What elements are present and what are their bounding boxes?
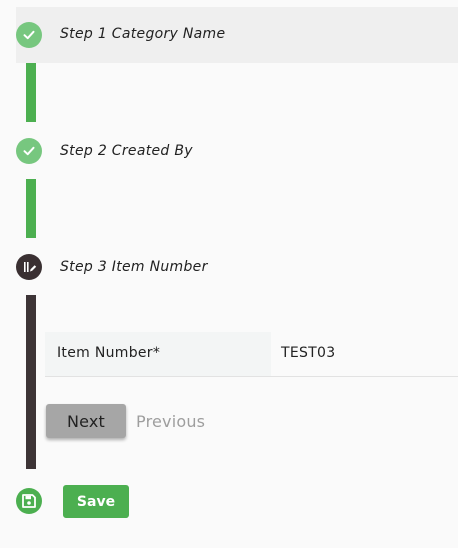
- step-2-header[interactable]: Step 2 Created By: [16, 123, 458, 179]
- step-2-connector: [26, 179, 36, 238]
- step-1-connector: [26, 63, 36, 122]
- item-number-label-cell: Item Number*: [45, 332, 271, 376]
- step-1-label: Step 1 Category Name: [60, 26, 226, 42]
- step-3-header[interactable]: Step 3 Item Number: [16, 239, 458, 295]
- step-1-header[interactable]: Step 1 Category Name: [16, 7, 458, 63]
- step-3-connector: [26, 295, 36, 469]
- step-2-label: Step 2 Created By: [60, 143, 193, 159]
- step-2-check-icon: [16, 138, 42, 164]
- step-1-check-icon: [16, 22, 42, 48]
- save-button[interactable]: Save: [63, 485, 129, 518]
- item-number-row: Item Number* TEST03: [45, 332, 458, 377]
- previous-button[interactable]: Previous: [136, 412, 205, 431]
- item-number-value[interactable]: TEST03: [281, 345, 335, 361]
- next-button[interactable]: Next: [46, 404, 126, 438]
- item-number-label: Item Number*: [57, 345, 161, 361]
- step-3-label: Step 3 Item Number: [60, 259, 208, 275]
- step-3-edit-icon: [16, 254, 42, 280]
- floppy-disk-icon: [16, 488, 42, 514]
